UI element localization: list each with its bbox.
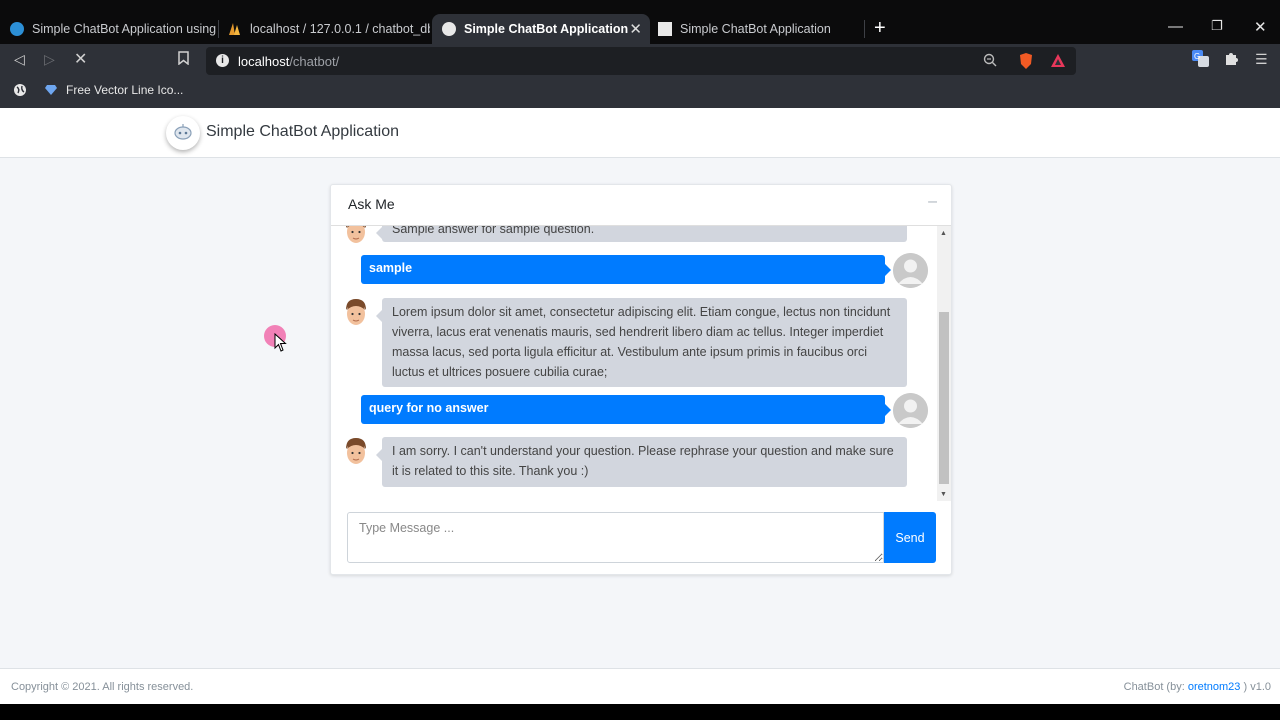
scrollbar-thumb[interactable] — [939, 312, 949, 484]
bot-avatar-icon — [343, 298, 369, 328]
new-tab-button[interactable]: + — [874, 18, 886, 38]
brave-shield-icon[interactable] — [1018, 52, 1034, 75]
user-message: sample — [361, 255, 891, 284]
close-window-icon[interactable]: ✕ — [1254, 18, 1267, 36]
chat-title: Ask Me — [348, 196, 395, 212]
user-avatar-icon — [893, 253, 928, 288]
scroll-down-icon[interactable]: ▼ — [940, 491, 947, 498]
credit-text: ChatBot (by: oretnom23 ) v1.0 — [1123, 681, 1271, 693]
bot-message: Sample answer for sample question. — [376, 226, 907, 242]
author-link[interactable]: oretnom23 — [1188, 681, 1241, 693]
chat-card-header: Ask Me – — [331, 185, 951, 226]
page-footer: Copyright © 2021. All rights reserved. C… — [0, 668, 1280, 704]
bot-message: I am sorry. I can't understand your ques… — [376, 437, 907, 487]
bookmark-icon[interactable] — [178, 51, 189, 68]
translate-icon[interactable]: G — [1192, 50, 1209, 70]
app-navbar: Simple ChatBot Application — [0, 108, 1280, 158]
chatbot-logo-icon[interactable] — [166, 116, 200, 150]
chat-scrollbar[interactable]: ▲ ▼ — [937, 226, 951, 501]
drupal-favicon-icon — [10, 22, 24, 36]
mouse-cursor-icon — [274, 333, 287, 352]
back-icon[interactable]: ◁ — [14, 51, 25, 68]
brand-title[interactable]: Simple ChatBot Application — [206, 123, 399, 141]
bookmark-item[interactable]: Free Vector Line Ico... — [44, 83, 183, 97]
scroll-up-icon[interactable]: ▲ — [940, 230, 947, 237]
browser-tab-bar: Simple ChatBot Application using PH loca… — [0, 0, 1280, 44]
bot-message: Lorem ipsum dolor sit amet, consectetur … — [376, 298, 907, 387]
chat-card: Ask Me – Sample answer for sample questi… — [330, 184, 952, 575]
phpmyadmin-favicon-icon — [228, 22, 242, 36]
copyright-text: Copyright © 2021. All rights reserved. — [11, 681, 194, 693]
bot-avatar-icon — [343, 226, 369, 246]
user-avatar-icon — [893, 393, 928, 428]
brave-rewards-icon[interactable] — [1050, 53, 1066, 73]
tab-label: Simple ChatBot Application using PH — [32, 22, 218, 36]
restore-window-icon[interactable]: ❐ — [1211, 18, 1223, 34]
browser-tab-2[interactable]: localhost / 127.0.0.1 / chatbot_db / s — [218, 14, 430, 44]
url-text[interactable]: localhost/chatbot/ — [238, 54, 339, 69]
browser-tab-3-active[interactable]: Simple ChatBot Application ✕ — [432, 14, 650, 44]
forward-icon[interactable]: ▷ — [44, 51, 55, 68]
address-bar[interactable]: i localhost/chatbot/ — [206, 47, 1076, 75]
tab-label: Simple ChatBot Application — [680, 22, 831, 36]
zoom-icon[interactable] — [983, 53, 997, 72]
stop-loading-icon[interactable]: ✕ — [74, 49, 87, 69]
menu-icon[interactable]: ☰ — [1255, 51, 1268, 68]
browser-tab-4[interactable]: Simple ChatBot Application — [648, 14, 864, 44]
web-page: Simple ChatBot Application Ask Me – Samp… — [0, 108, 1280, 704]
diamond-icon — [45, 85, 57, 95]
page-favicon-icon — [658, 22, 672, 36]
tab-label: Simple ChatBot Application — [464, 22, 629, 36]
bookmark-label: Free Vector Line Ico... — [66, 83, 184, 97]
bot-avatar-icon — [343, 437, 369, 467]
minimize-window-icon[interactable]: — — [1168, 18, 1183, 35]
close-tab-icon[interactable]: ✕ — [629, 20, 642, 38]
globe-icon[interactable] — [13, 83, 27, 97]
user-message: query for no answer — [361, 395, 891, 424]
bookmarks-bar: Free Vector Line Ico... — [0, 76, 1280, 108]
send-button[interactable]: Send — [884, 512, 936, 563]
message-composer: Send — [347, 512, 936, 563]
browser-tab-1[interactable]: Simple ChatBot Application using PH — [0, 14, 218, 44]
message-input[interactable] — [347, 512, 884, 563]
page-favicon-icon — [442, 22, 456, 36]
svg-text:G: G — [1194, 52, 1200, 61]
collapse-button[interactable]: – — [928, 193, 937, 211]
tab-label: localhost / 127.0.0.1 / chatbot_db / s — [250, 22, 430, 36]
info-icon[interactable]: i — [216, 54, 229, 67]
message-list: Sample answer for sample question. sampl… — [331, 226, 937, 501]
browser-toolbar: ◁ ▷ ✕ i localhost/chatbot/ G ☰ — [0, 44, 1280, 76]
extensions-icon[interactable] — [1224, 51, 1239, 69]
